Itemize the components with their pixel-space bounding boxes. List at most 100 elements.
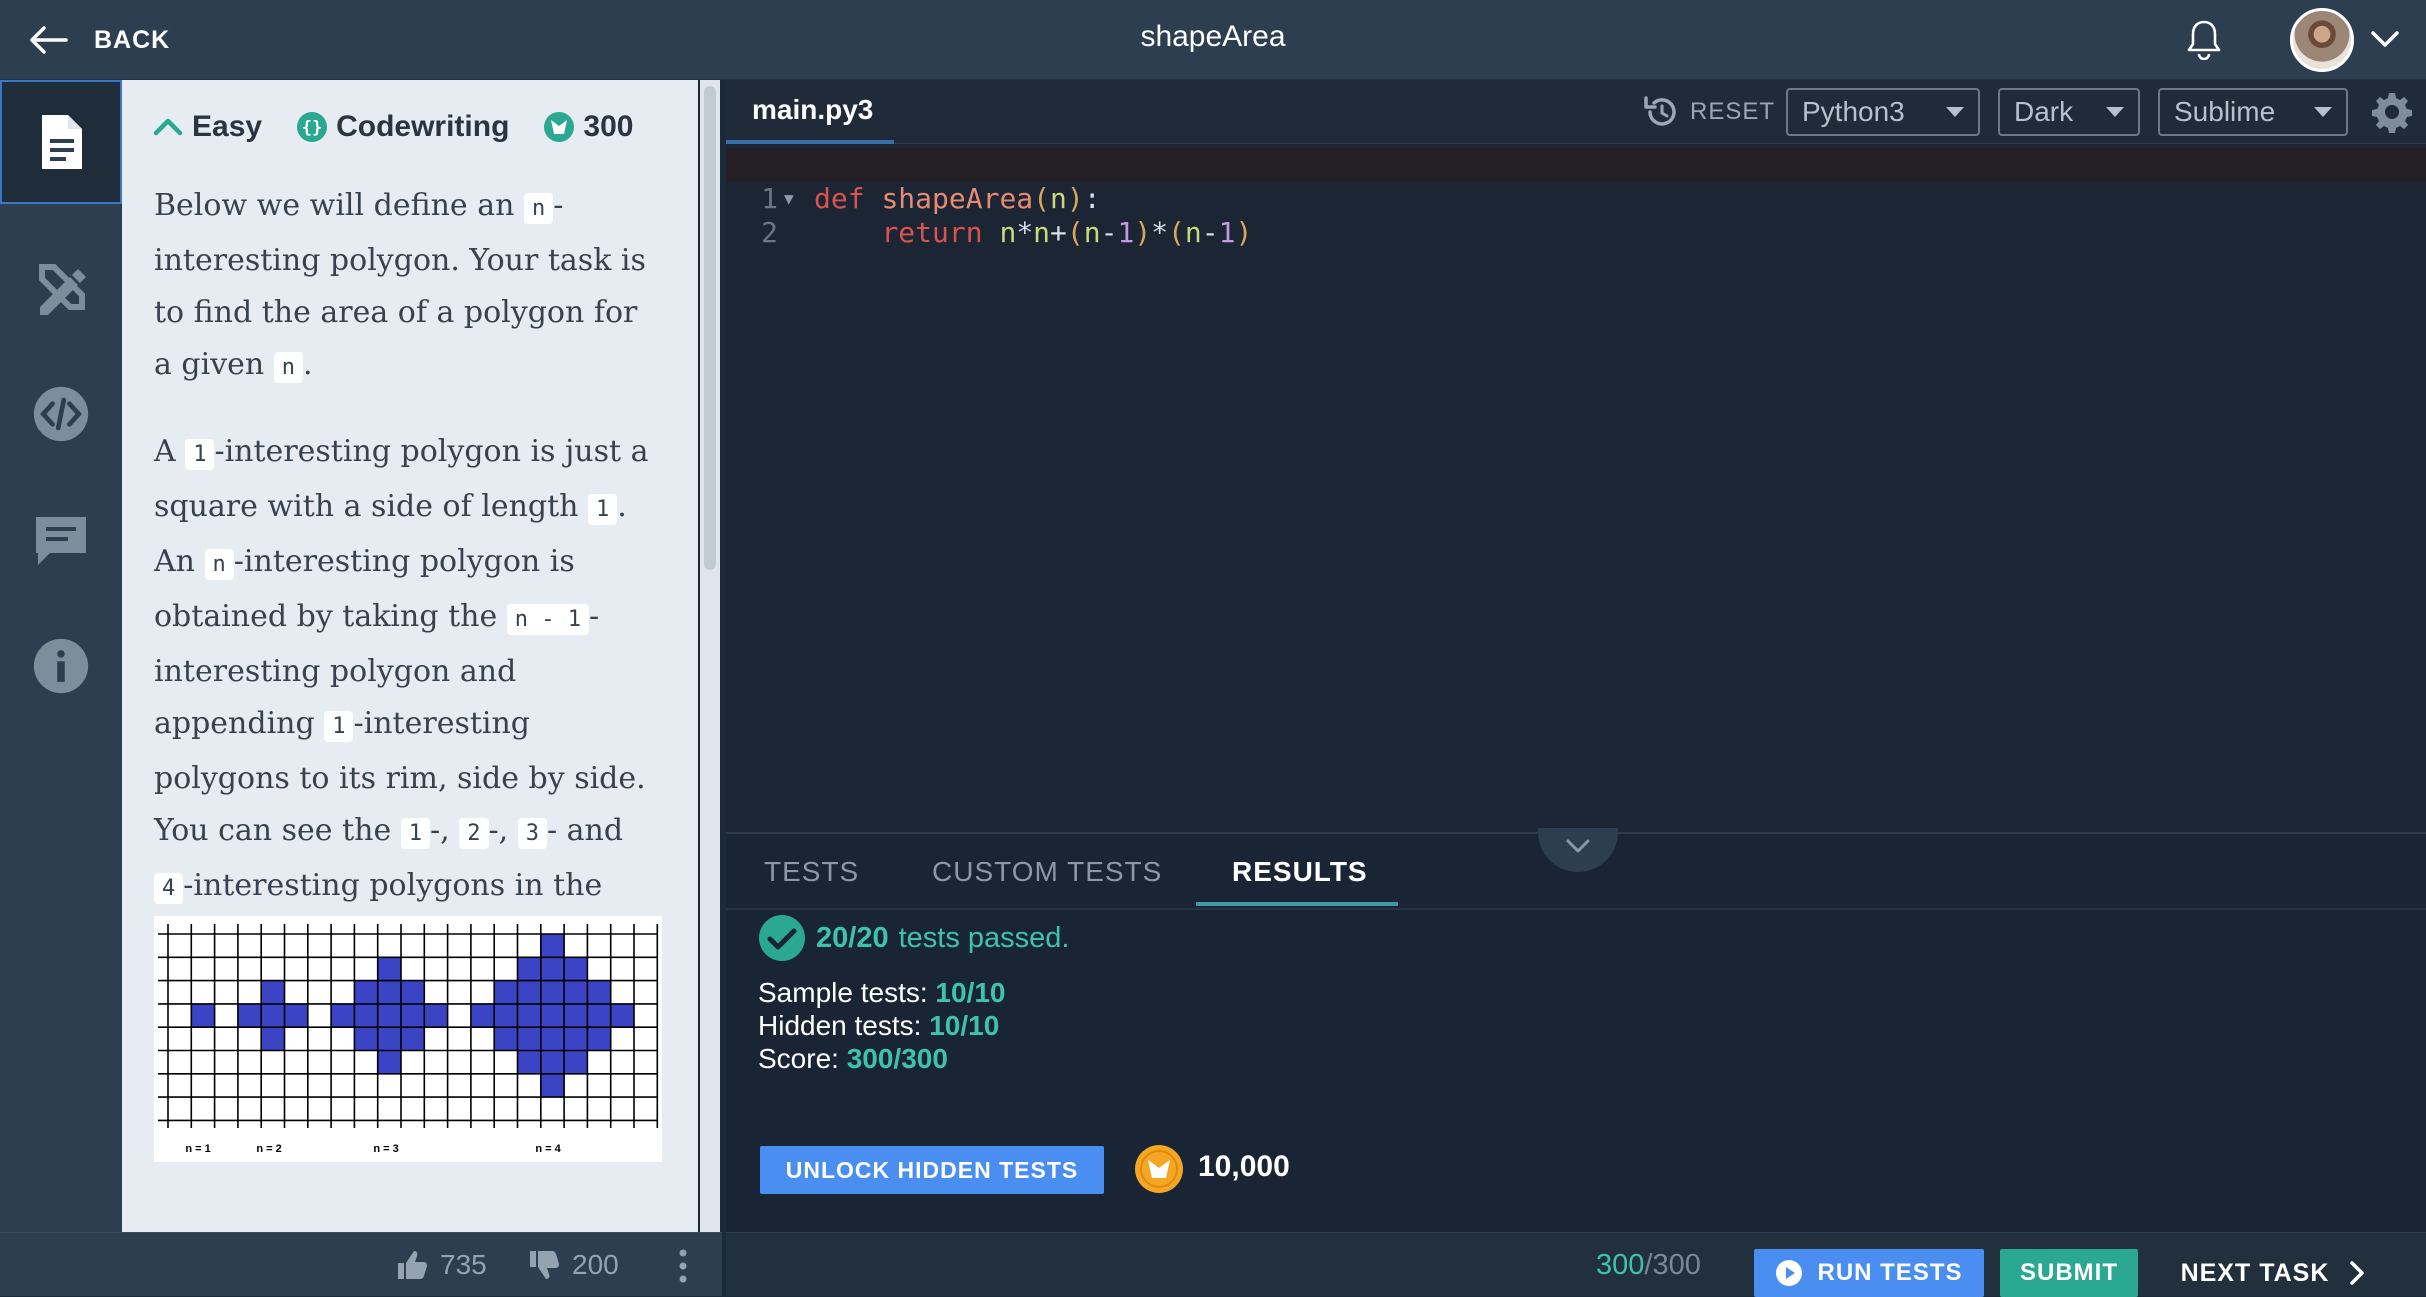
editor-footer: 300/300 RUN TESTS SUBMIT NEXT TASK [726, 1232, 2426, 1297]
scrollbar-thumb[interactable] [704, 86, 716, 570]
bell-icon[interactable] [2184, 18, 2224, 60]
info-icon [33, 638, 89, 694]
file-tab[interactable]: main.py3 [726, 80, 894, 144]
polygon-cell [354, 980, 378, 1004]
polygon-cell [587, 980, 611, 1004]
text: A [154, 434, 186, 469]
text: . [303, 347, 313, 382]
keymap-select[interactable]: Sublime [2158, 88, 2348, 136]
results-panel: TESTS CUSTOM TESTS RESULTS 20/20 tests p… [726, 828, 2426, 1232]
score-total: /300 [1644, 1249, 1701, 1281]
score-row: Score: 300/300 [758, 1042, 1006, 1075]
inline-code: 2 [459, 818, 489, 849]
sidebar-item-info[interactable] [0, 604, 122, 728]
points-value: 300 [583, 110, 634, 143]
task-type-label: Codewriting [336, 110, 510, 143]
text: -, [488, 813, 518, 848]
submit-button[interactable]: SUBMIT [2000, 1249, 2138, 1297]
polygon-cell [564, 1050, 588, 1074]
polygon-cell [401, 1003, 425, 1028]
code-editor: main.py3 RESET Python3 Dark Sublime 1 ▼ de… [726, 80, 2426, 832]
downvote-count: 200 [572, 1249, 619, 1280]
page-title: shapeArea [1140, 20, 1286, 53]
polygon-cell [564, 1027, 588, 1051]
upvote-count: 735 [440, 1249, 487, 1280]
more-options-icon[interactable] [678, 1249, 688, 1283]
inline-code: n [273, 352, 304, 383]
inline-code: n - 1 [506, 604, 589, 635]
inline-code: 3 [517, 818, 547, 849]
paragraph-1: Below we will define an n -interesting po… [154, 180, 664, 394]
polygon-label: n = 1 [185, 1143, 210, 1155]
polygon-label: n = 2 [256, 1143, 281, 1155]
reset-label: RESET [1690, 98, 1776, 125]
code-text: return n*n+(n-1)*(n-1) [881, 216, 1253, 249]
sidebar-item-solutions[interactable] [0, 226, 122, 350]
description-scrollbar[interactable] [700, 80, 720, 1232]
passed-count: 20/20 [816, 921, 889, 954]
score-earned: 300 [1596, 1249, 1645, 1281]
chevron-down-icon[interactable] [2370, 28, 2400, 50]
theme-select[interactable]: Dark [1998, 88, 2140, 136]
polygon-cell [377, 980, 401, 1004]
stat-label: Hidden tests: [758, 1010, 922, 1041]
tab-results[interactable]: RESULTS [1196, 844, 1398, 906]
polygon-cell [564, 980, 588, 1004]
polygon-cell [517, 957, 541, 981]
run-tests-button[interactable]: RUN TESTS [1754, 1249, 1984, 1297]
thumbs-up-icon [398, 1251, 427, 1279]
hidden-tests-row: Hidden tests: 10/10 [758, 1009, 1006, 1042]
code-line[interactable]: 1 ▼ def shapeArea(n): [726, 148, 2426, 215]
polygon-cell [401, 980, 425, 1004]
sample-tests-row: Sample tests: 10/10 [758, 976, 1006, 1009]
reset-button[interactable]: RESET [1642, 94, 1775, 130]
polygon-cell [377, 1027, 401, 1051]
polygon-cell [331, 1003, 355, 1028]
stat-value: 10/10 [935, 977, 1006, 1008]
text: Below we will define an [154, 188, 524, 223]
polygon-cell [354, 1027, 378, 1051]
unlock-hidden-tests-button[interactable]: UNLOCK HIDDEN TESTS [760, 1146, 1104, 1194]
code-area[interactable]: 1 ▼ def shapeArea(n): 2 return n*n+(n-1)*(… [726, 144, 2426, 832]
text: -interesting polygon is just a square wi… [154, 434, 649, 524]
polygon-cell [494, 1027, 518, 1051]
polygon-illustration: n = 1 n = 2 n = 3 n = 4 [154, 916, 662, 1162]
task-points: 300 [543, 110, 633, 144]
downvote-button[interactable]: 200 [528, 1249, 619, 1281]
polygon-cells [191, 934, 634, 1098]
collapse-panel-button[interactable] [1538, 828, 1618, 872]
svg-text:{}: {} [302, 118, 322, 138]
editor-toolbar: main.py3 RESET Python3 Dark Sublime [726, 80, 2426, 144]
avatar[interactable] [2290, 8, 2354, 72]
sidebar-item-comments[interactable] [0, 478, 122, 602]
next-task-button[interactable]: NEXT TASK [2166, 1249, 2386, 1297]
run-tests-label: RUN TESTS [1817, 1259, 1963, 1286]
reset-icon [1644, 96, 1676, 126]
sidebar-item-code[interactable] [0, 352, 122, 476]
upvote-button[interactable]: 735 [396, 1249, 487, 1281]
inline-code: 1 [400, 818, 431, 849]
coin-cost: 10,000 [1198, 1150, 1290, 1183]
language-select[interactable]: Python3 [1786, 88, 1980, 136]
tab-tests[interactable]: TESTS [764, 844, 859, 906]
tests-passed-summary: 20/20 tests passed. [758, 914, 1069, 962]
score-display: 300/300 [1596, 1249, 1701, 1282]
task-type: {} Codewriting [296, 110, 509, 144]
points-badge-icon [544, 112, 575, 142]
inline-code: 1 [185, 439, 215, 470]
polygon-label: n = 4 [535, 1143, 561, 1155]
polygon-cell [587, 1027, 611, 1051]
code-line[interactable]: 2 return n*n+(n-1)*(n-1) [726, 182, 2426, 249]
inline-code: 1 [588, 494, 618, 525]
description-footer: 735 200 [0, 1232, 722, 1296]
polygon-cell [261, 980, 285, 1004]
polygon-cell [587, 1003, 611, 1028]
tab-custom-tests[interactable]: CUSTOM TESTS [932, 844, 1162, 906]
polygon-label: n = 3 [373, 1143, 398, 1155]
sidebar-item-description[interactable] [0, 80, 122, 204]
polygon-cell [377, 1050, 401, 1074]
caret-down-icon [2106, 107, 2124, 117]
inline-code: 1 [324, 711, 354, 742]
task-description-panel: Easy {} Codewriting 300 Below we will de… [122, 80, 698, 1232]
gear-icon[interactable] [2370, 90, 2414, 134]
